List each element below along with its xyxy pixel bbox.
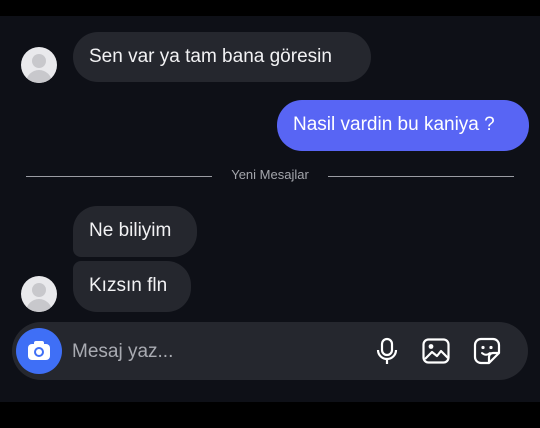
image-icon	[422, 338, 450, 364]
sticker-icon	[473, 337, 501, 365]
message-input[interactable]	[70, 334, 364, 370]
sender-avatar[interactable]	[21, 276, 57, 312]
camera-button[interactable]	[16, 328, 62, 374]
sticker-button[interactable]	[472, 336, 502, 366]
microphone-icon	[376, 337, 398, 364]
outgoing-message[interactable]: Nasil vardin bu kaniya ?	[277, 100, 529, 151]
message-composer	[12, 322, 528, 380]
camera-icon	[28, 341, 50, 360]
incoming-message[interactable]: Kızsın fln	[73, 261, 191, 312]
microphone-button[interactable]	[372, 336, 402, 366]
sender-avatar[interactable]	[21, 47, 57, 83]
divider-label: Yeni Mesajlar	[231, 167, 309, 182]
gallery-button[interactable]	[421, 336, 451, 366]
new-messages-divider: Yeni Mesajlar	[26, 166, 514, 186]
incoming-message[interactable]: Ne biliyim	[73, 206, 197, 257]
chat-screen: Sen var ya tam bana göresin Nasil vardin…	[0, 16, 540, 402]
incoming-message[interactable]: Sen var ya tam bana göresin	[73, 32, 371, 82]
